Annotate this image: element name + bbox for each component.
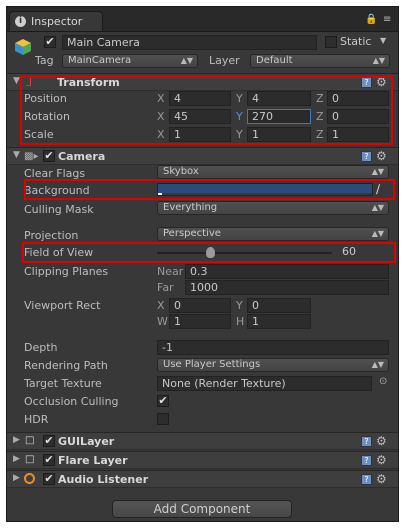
clear-flags-dropdown[interactable]: Skybox ▲▼ — [157, 165, 389, 179]
viewport-x-label: X — [157, 299, 165, 312]
layer-dropdown[interactable]: Default ▲▼ — [250, 54, 390, 68]
gear-icon[interactable]: ⚙ — [376, 434, 387, 448]
audio-listener-header[interactable]: ▶ ✔ Audio Listener ? ⚙ — [7, 470, 398, 488]
near-label: Near — [157, 265, 184, 278]
audio-listener-icon — [24, 473, 35, 484]
chevron-down-icon: ▲▼ — [371, 203, 384, 212]
help-book-icon[interactable]: ? — [361, 436, 372, 447]
hdr-checkbox[interactable] — [157, 413, 169, 425]
lock-icon[interactable]: 🔒 — [365, 14, 377, 25]
tag-value: MainCamera — [68, 55, 132, 66]
audio-listener-title: Audio Listener — [58, 473, 149, 486]
tag-label: Tag — [35, 54, 54, 67]
chevron-down-icon: ▲▼ — [371, 167, 384, 176]
gear-icon[interactable]: ⚙ — [376, 149, 387, 163]
tag-dropdown[interactable]: MainCamera ▲▼ — [62, 54, 198, 68]
flare-layer-header[interactable]: ▶ □ ✔ Flare Layer ? ⚙ — [7, 451, 398, 469]
inspector-window: i Inspector 🔒 ≡ ✔ Main Camera Static ▼ T… — [6, 6, 399, 522]
viewport-w-input[interactable]: 1 — [169, 314, 231, 329]
hdr-label: HDR — [24, 413, 49, 426]
static-dropdown-arrow-icon[interactable]: ▼ — [380, 36, 386, 45]
viewport-y-input[interactable]: 0 — [247, 298, 311, 313]
viewport-h-label: H — [236, 315, 245, 328]
chevron-down-icon: ▲▼ — [371, 360, 384, 369]
fold-arrow-icon[interactable]: ▶ — [13, 454, 20, 464]
chevron-down-icon: ▲▼ — [371, 229, 384, 238]
viewport-h-input[interactable]: 1 — [247, 314, 311, 329]
culling-mask-value: Everything — [163, 202, 218, 213]
depth-label: Depth — [24, 341, 58, 354]
help-book-icon[interactable]: ? — [361, 151, 372, 162]
clear-flags-value: Skybox — [163, 166, 199, 177]
tab-label: Inspector — [31, 15, 83, 28]
target-texture-label: Target Texture — [24, 377, 102, 390]
far-clip-input[interactable]: 1000 — [185, 280, 389, 295]
culling-mask-dropdown[interactable]: Everything ▲▼ — [157, 201, 389, 215]
background-highlight-box — [24, 179, 395, 200]
help-book-icon[interactable]: ? — [361, 474, 372, 485]
gear-icon[interactable]: ⚙ — [376, 472, 387, 486]
rendering-path-label: Rendering Path — [24, 359, 108, 372]
object-picker-icon[interactable]: ⊙ — [379, 376, 387, 387]
flare-layer-enabled-checkbox[interactable]: ✔ — [43, 454, 55, 466]
projection-dropdown[interactable]: Perspective ▲▼ — [157, 227, 389, 241]
depth-input[interactable]: -1 — [157, 340, 389, 355]
audio-listener-enabled-checkbox[interactable]: ✔ — [43, 473, 55, 485]
rendering-path-value: Use Player Settings — [163, 359, 261, 370]
fov-highlight-box — [22, 242, 396, 263]
viewport-y-label: Y — [236, 299, 243, 312]
clipping-planes-label: Clipping Planes — [24, 265, 109, 278]
fold-arrow-icon[interactable]: ▼ — [13, 76, 20, 86]
info-icon: i — [15, 16, 26, 27]
target-texture-field[interactable]: None (Render Texture) — [157, 376, 372, 391]
flare-layer-icon: □ — [25, 454, 35, 465]
projection-label: Projection — [24, 229, 79, 242]
guilayer-icon: □ — [25, 435, 35, 446]
culling-mask-label: Culling Mask — [24, 203, 94, 216]
gear-icon[interactable]: ⚙ — [376, 453, 387, 467]
fold-arrow-icon[interactable]: ▶ — [13, 435, 20, 445]
far-label: Far — [157, 281, 174, 294]
viewport-rect-label: Viewport Rect — [24, 299, 101, 312]
rendering-path-dropdown[interactable]: Use Player Settings ▲▼ — [157, 358, 389, 372]
tab-inspector[interactable]: i Inspector — [9, 11, 103, 31]
occlusion-culling-checkbox[interactable]: ✔ — [157, 395, 169, 407]
fold-arrow-icon[interactable]: ▶ — [13, 473, 20, 483]
viewport-x-input[interactable]: 0 — [169, 298, 231, 313]
add-component-button[interactable]: Add Component — [112, 500, 292, 518]
static-checkbox[interactable] — [325, 36, 337, 48]
transform-highlight-box — [20, 76, 393, 145]
layer-value: Default — [256, 55, 293, 66]
tab-bar: i Inspector 🔒 ≡ — [7, 7, 398, 32]
near-clip-input[interactable]: 0.3 — [185, 264, 389, 279]
layer-label: Layer — [209, 54, 240, 67]
occlusion-culling-label: Occlusion Culling — [24, 395, 119, 408]
camera-header[interactable]: ▼ ▩▸ ✔ Camera ? ⚙ — [7, 147, 398, 165]
projection-value: Perspective — [163, 228, 221, 239]
guilayer-title: GUILayer — [58, 435, 115, 448]
guilayer-header[interactable]: ▶ □ ✔ GUILayer ? ⚙ — [7, 432, 398, 450]
camera-enabled-checkbox[interactable]: ✔ — [43, 150, 55, 162]
camera-icon: ▩▸ — [24, 151, 39, 162]
gameobject-cube-icon — [13, 37, 33, 57]
chevron-down-icon: ▲▼ — [180, 56, 193, 65]
guilayer-enabled-checkbox[interactable]: ✔ — [43, 435, 55, 447]
static-label: Static — [340, 35, 372, 48]
help-book-icon[interactable]: ? — [361, 455, 372, 466]
object-name-input[interactable]: Main Camera — [62, 35, 317, 50]
chevron-down-icon: ▲▼ — [372, 56, 385, 65]
active-checkbox[interactable]: ✔ — [44, 36, 56, 48]
flare-layer-title: Flare Layer — [58, 454, 128, 467]
viewport-w-label: W — [157, 315, 168, 328]
camera-title: Camera — [58, 150, 106, 163]
fold-arrow-icon[interactable]: ▼ — [13, 150, 20, 160]
menu-icon[interactable]: ≡ — [383, 14, 391, 25]
